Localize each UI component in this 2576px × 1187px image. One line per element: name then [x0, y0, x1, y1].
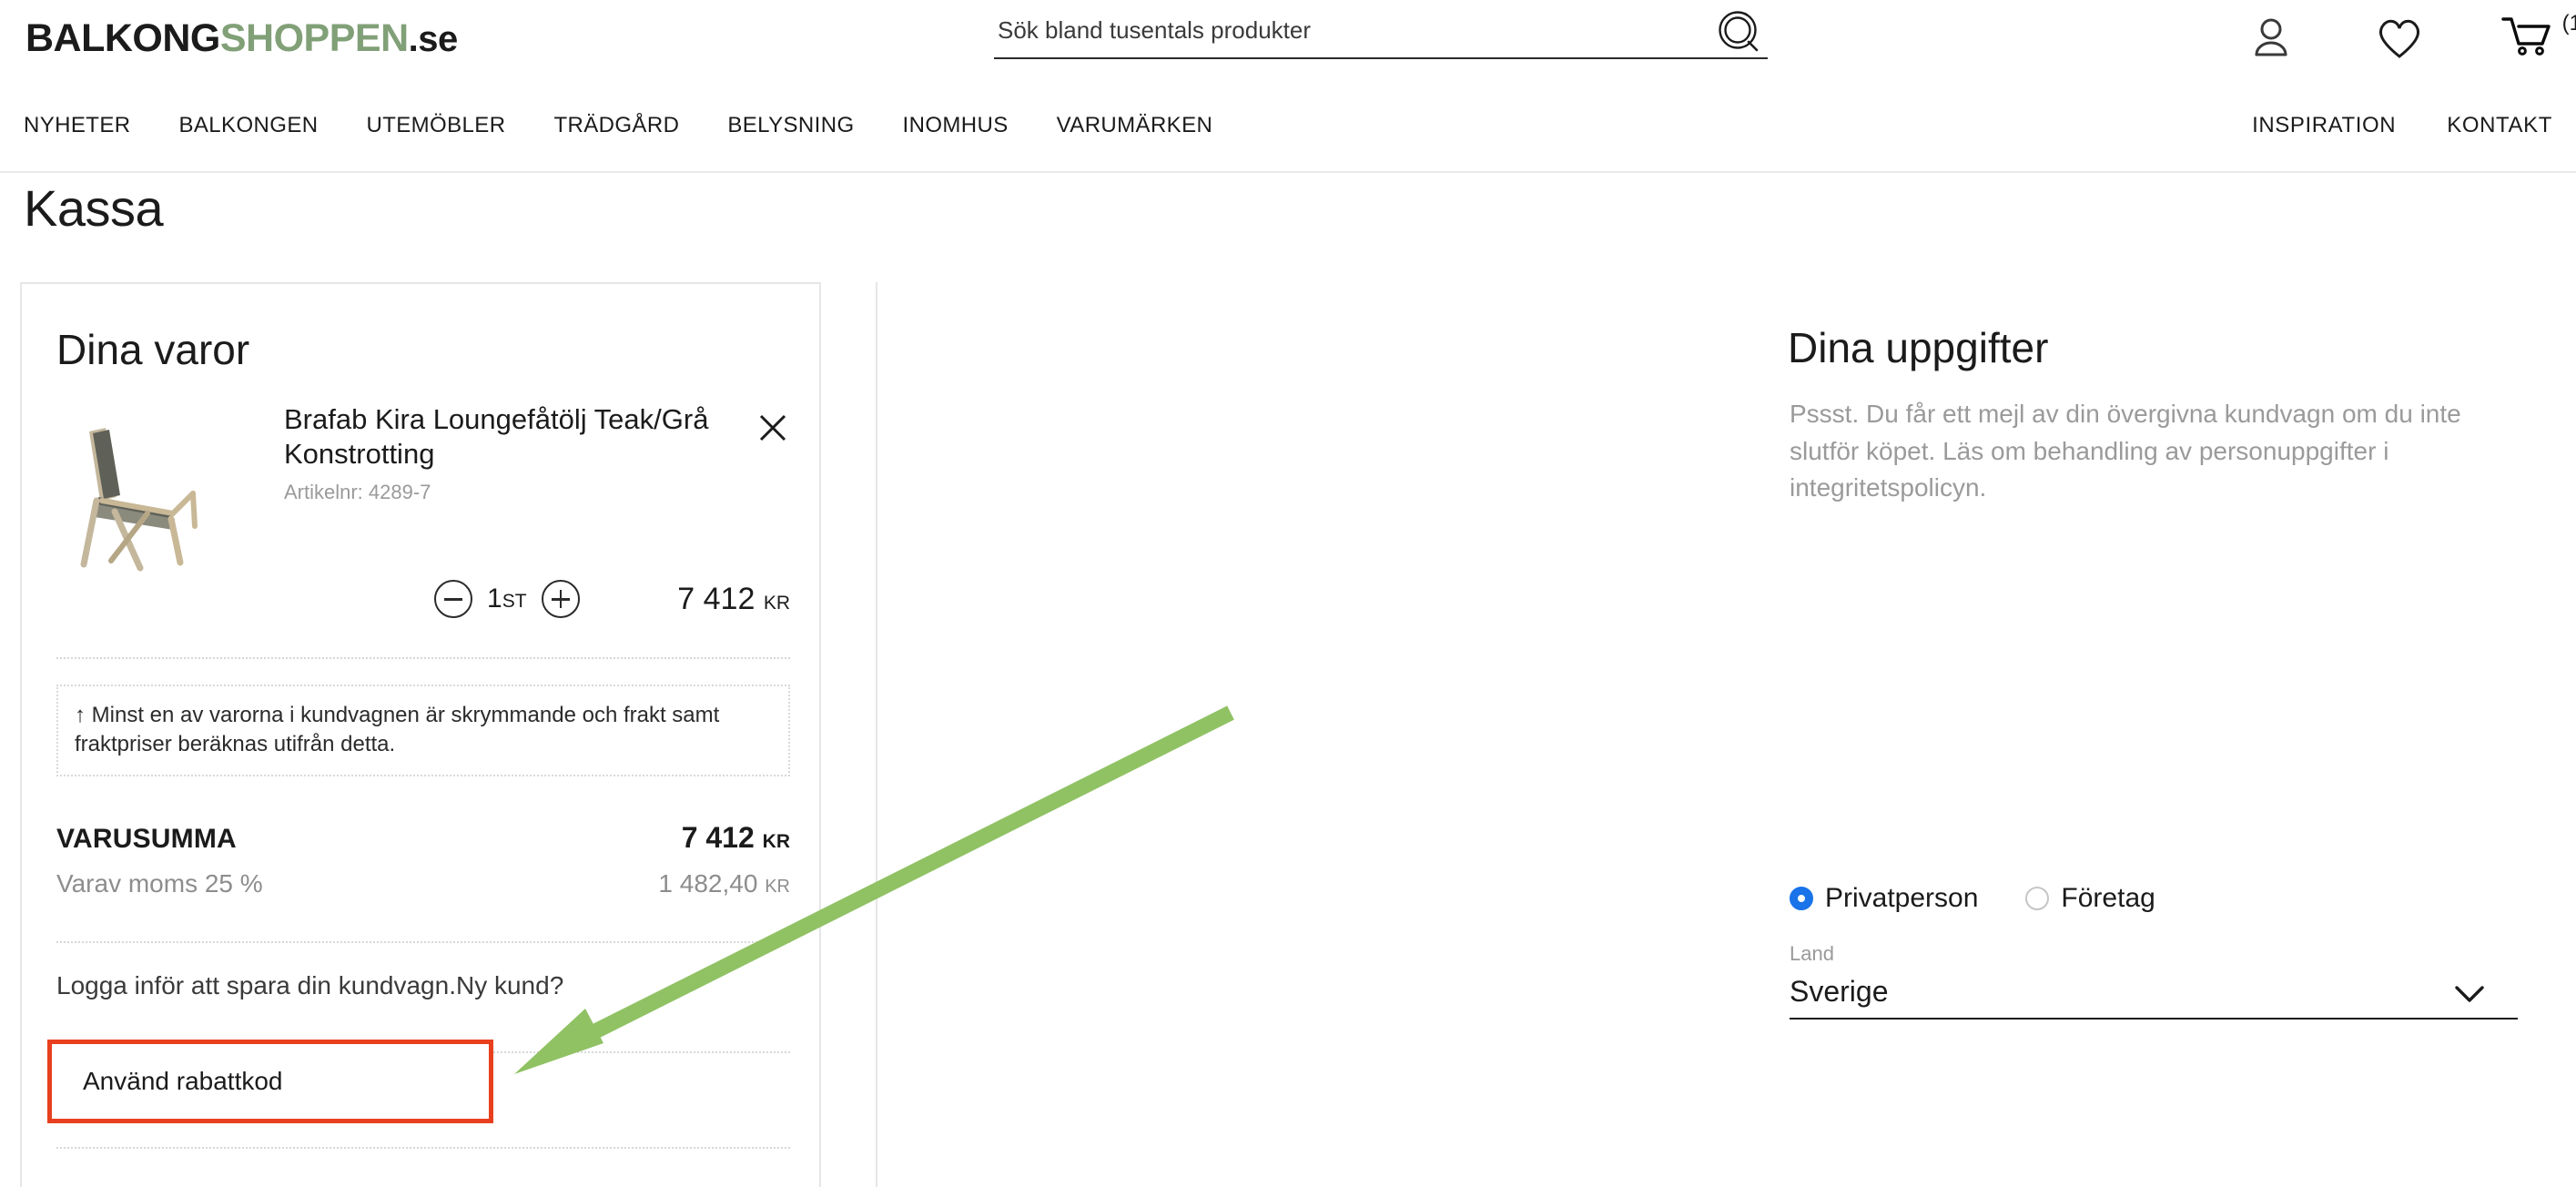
details-panel-description: Pssst. Du får ett mejl av din övergivna …	[1790, 400, 2461, 502]
account-button[interactable]	[2245, 11, 2299, 67]
nav-item-varumarken[interactable]: VARUMÄRKEN	[1057, 113, 1213, 138]
lounge-chair-image	[56, 410, 238, 573]
radio-dot-selected	[1790, 887, 1813, 910]
summary-total-currency: KR	[762, 831, 790, 852]
cart-button[interactable]: (1)	[2500, 11, 2576, 67]
user-icon	[2255, 18, 2287, 56]
nav-item-nyheter[interactable]: NYHETER	[24, 113, 130, 138]
cart-divider-1	[56, 657, 790, 659]
details-panel: Dina uppgifter Pssst. Du får ett mejl av…	[876, 282, 2576, 1187]
site-header: BALKONGSHOPPEN.se Sök bland tusentals pr…	[0, 0, 2576, 100]
cart-count-badge: (1)	[2561, 11, 2576, 36]
quantity-number: 1	[487, 583, 502, 614]
radio-foretag[interactable]: Företag	[2025, 883, 2155, 914]
summary-vat-number: 1 482,40	[658, 869, 758, 898]
logo-part-tld: .se	[408, 19, 459, 59]
nav-item-balkongen[interactable]: BALKONGEN	[178, 113, 318, 138]
cart-icon	[2501, 17, 2551, 56]
product-thumbnail	[56, 410, 238, 573]
summary-total-label: VARUSUMMA	[56, 824, 237, 854]
line-price-currency: KR	[763, 593, 790, 614]
bulky-goods-text: ↑ Minst en av varorna i kundvagnen är sk…	[75, 703, 720, 756]
quantity-stepper: 1ST	[434, 580, 580, 618]
nav-item-tradgard[interactable]: TRÄDGÅRD	[553, 113, 679, 138]
logo-part-shoppen: SHOPPEN	[219, 16, 409, 60]
summary-vat-row: Varav moms 25 % 1 482,40 KR	[56, 869, 790, 898]
radio-dot-unselected	[2025, 887, 2050, 910]
nav-secondary: INSPIRATION KONTAKT	[2252, 113, 2552, 138]
wishlist-button[interactable]	[2372, 11, 2427, 67]
nav-item-belysning[interactable]: BELYSNING	[727, 113, 854, 138]
search-input[interactable]	[994, 13, 1768, 59]
search-button[interactable]	[1715, 9, 1766, 60]
increase-quantity-button[interactable]	[541, 580, 580, 618]
header-divider	[0, 171, 2576, 173]
search-icon	[1719, 10, 1759, 51]
checkout-columns: Dina varor Brafab Kira Loungefåtölj Teak…	[0, 282, 2576, 1187]
radio-privatperson-label: Privatperson	[1825, 883, 1979, 913]
quantity-and-price-row: 1ST 7 412 KR	[56, 580, 790, 634]
discount-code-highlight[interactable]: Använd rabattkod	[47, 1040, 493, 1123]
logo-part-balkong: BALKONG	[25, 16, 220, 60]
remove-item-button[interactable]	[752, 408, 794, 450]
decrease-quantity-button[interactable]	[434, 580, 472, 618]
quantity-unit: ST	[502, 591, 527, 612]
header-icons: (1)	[2245, 11, 2576, 67]
cart-panel: Dina varor Brafab Kira Loungefåtölj Teak…	[20, 282, 821, 1187]
country-field-label: Land	[1790, 942, 1834, 965]
nav-item-inomhus[interactable]: INOMHUS	[903, 113, 1009, 138]
details-panel-title: Dina uppgifter	[1788, 324, 2049, 371]
summary-total-number: 7 412	[681, 821, 755, 854]
main-navigation: NYHETER BALKONGEN UTEMÖBLER TRÄDGÅRD BEL…	[0, 100, 2576, 157]
summary-vat-label: Varav moms 25 %	[56, 869, 263, 898]
bulky-goods-notice: ↑ Minst en av varorna i kundvagnen är sk…	[56, 685, 790, 777]
product-name[interactable]: Brafab Kira Loungefåtölj Teak/Grå Konstr…	[284, 402, 712, 472]
country-select-value: Sverige	[1790, 975, 1889, 1008]
summary-total-row: VARUSUMMA 7 412 KR	[56, 821, 790, 855]
line-item-price: 7 412 KR	[677, 582, 790, 617]
login-prompt[interactable]: Logga inför att spara din kundvagn.Ny ku…	[56, 971, 563, 1000]
discount-code-label[interactable]: Använd rabattkod	[83, 1067, 283, 1096]
nav-item-inspiration[interactable]: INSPIRATION	[2252, 113, 2396, 138]
line-price-value: 7 412	[677, 582, 756, 616]
close-icon	[759, 414, 786, 441]
page-title: Kassa	[24, 179, 164, 237]
checkout-page: BALKONGSHOPPEN.se Sök bland tusentals pr…	[0, 0, 2576, 1187]
summary-vat-value: 1 482,40 KR	[658, 869, 790, 898]
radio-foretag-label: Företag	[2061, 883, 2155, 913]
quantity-value: 1ST	[487, 583, 527, 614]
country-select[interactable]: Sverige	[1790, 975, 2518, 1020]
product-info: Brafab Kira Loungefåtölj Teak/Grå Konstr…	[284, 402, 712, 504]
summary-vat-currency: KR	[765, 877, 790, 897]
search-bar	[994, 10, 1768, 59]
product-sku: Artikelnr: 4289-7	[284, 480, 431, 503]
country-field: Land Sverige	[1790, 942, 2518, 1020]
summary-total-value: 7 412 KR	[682, 821, 790, 855]
chevron-down-icon	[2452, 982, 2487, 1010]
nav-item-utemobler[interactable]: UTEMÖBLER	[366, 113, 505, 138]
cart-divider-2	[56, 941, 790, 943]
nav-primary: NYHETER BALKONGEN UTEMÖBLER TRÄDGÅRD BEL…	[24, 113, 1261, 138]
site-logo[interactable]: BALKONGSHOPPEN.se	[25, 16, 458, 61]
nav-item-kontakt[interactable]: KONTAKT	[2447, 113, 2552, 138]
radio-privatperson[interactable]: Privatperson	[1790, 883, 1978, 914]
customer-type-radios: Privatperson Företag	[1790, 883, 2155, 914]
heart-icon	[2378, 19, 2420, 58]
cart-panel-title: Dina varor	[56, 326, 250, 373]
cart-divider-4	[56, 1147, 790, 1149]
